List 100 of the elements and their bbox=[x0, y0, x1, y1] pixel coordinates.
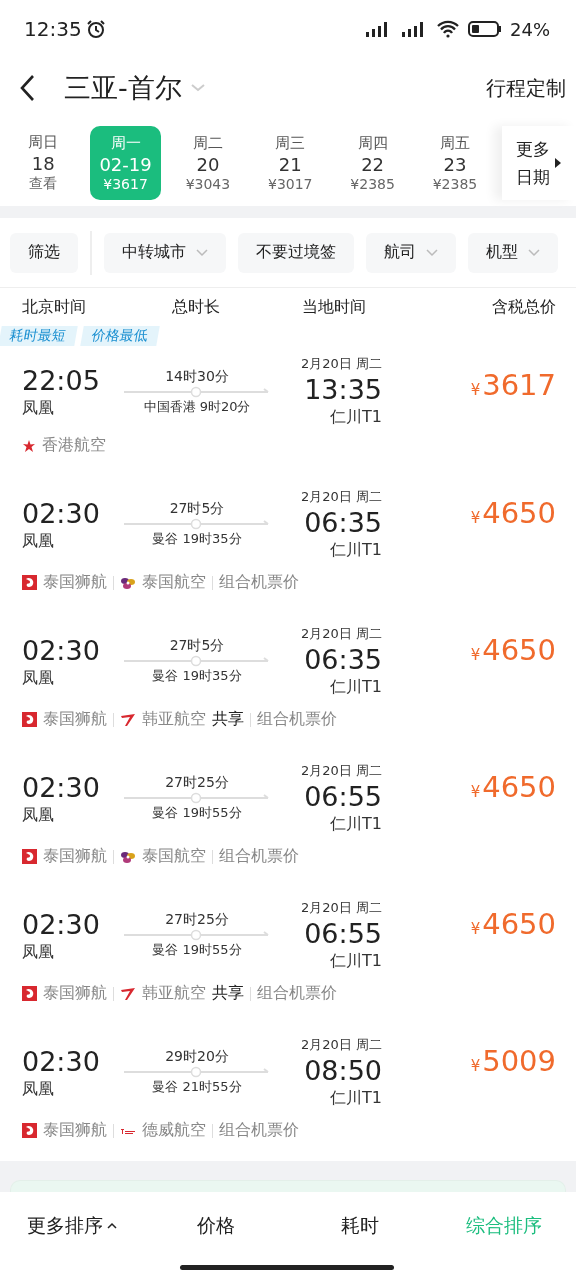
itinerary-link[interactable]: 行程定制 bbox=[486, 74, 566, 102]
swoosh-logo-icon bbox=[120, 712, 136, 727]
filter-chip[interactable]: 航司 bbox=[366, 232, 456, 273]
departure-time: 02:30 bbox=[22, 496, 100, 531]
date-tab[interactable]: 周日 18 查看 bbox=[8, 126, 79, 200]
duration: 14时30分 bbox=[165, 367, 229, 386]
more-dates-button[interactable]: 更多 日期 bbox=[502, 126, 576, 200]
flight-card[interactable]: 02:30 凤凰 27时25分 曼谷 19时55分 2月20日 周二 06:55 仁川T1 ¥4650 泰国狮航 泰国航空 组合机票价 bbox=[0, 750, 576, 887]
arrival-airport: 仁川T1 bbox=[330, 813, 382, 835]
lion-logo-icon bbox=[22, 575, 37, 590]
fare-note: 组合机票价 bbox=[257, 709, 337, 730]
arrival-airport: 仁川T1 bbox=[330, 407, 382, 428]
transfer-info: 中国香港 9时20分 bbox=[143, 397, 251, 416]
arrival-time: 08:50 bbox=[304, 1053, 382, 1088]
orchid-logo-icon bbox=[120, 575, 136, 590]
status-time: 12:35 bbox=[24, 17, 82, 41]
duration: 27时5分 bbox=[169, 637, 225, 655]
arrival-date: 2月20日 周二 bbox=[301, 1035, 382, 1054]
airline-name: 泰国狮航 bbox=[43, 846, 107, 867]
column-header: 当地时间 bbox=[302, 296, 367, 318]
date-tab[interactable]: 周二 20 ¥3043 bbox=[172, 126, 244, 200]
lion-logo-icon bbox=[22, 1123, 37, 1138]
flight-tag: 耗时最短 bbox=[0, 326, 78, 346]
airline-name: 香港航空 bbox=[42, 435, 106, 456]
airline-name: 泰国狮航 bbox=[43, 1120, 107, 1141]
arrival-airport: 仁川T1 bbox=[330, 1087, 382, 1109]
alarm-icon bbox=[85, 19, 106, 39]
arrival-airport: 仁川T1 bbox=[330, 676, 382, 698]
departure-time: 02:30 bbox=[22, 1044, 100, 1079]
arrival-date: 2月20日 周二 bbox=[301, 898, 382, 917]
arrival-date: 2月20日 周二 bbox=[301, 487, 382, 506]
airline-name: 泰国航空 bbox=[142, 846, 206, 867]
airline-name: 韩亚航空 bbox=[142, 983, 206, 1004]
flower-logo-icon bbox=[22, 438, 36, 453]
sort-option[interactable]: 更多排序 bbox=[0, 1207, 144, 1245]
filter-chip[interactable]: 机型 bbox=[468, 232, 558, 273]
duration: 27时25分 bbox=[165, 774, 229, 792]
flight-card[interactable]: 02:30 凤凰 27时25分 曼谷 19时55分 2月20日 周二 06:55 仁川T1 ¥4650 泰国狮航 韩亚航空 共享 组合机票价 bbox=[0, 887, 576, 1024]
price: ¥4650 bbox=[470, 770, 556, 804]
departure-time: 02:30 bbox=[22, 633, 100, 668]
arrival-time: 13:35 bbox=[304, 373, 382, 407]
departure-time: 02:30 bbox=[22, 907, 100, 942]
battery-icon bbox=[468, 20, 502, 38]
price: ¥5009 bbox=[470, 1044, 556, 1078]
airline-name: 泰国航空 bbox=[142, 572, 206, 593]
departure-airport: 凤凰 bbox=[22, 667, 54, 689]
duration: 29时20分 bbox=[165, 1048, 229, 1066]
more-dates-label: 日期 bbox=[516, 166, 551, 189]
departure-airport: 凤凰 bbox=[22, 1078, 54, 1100]
price: ¥4650 bbox=[470, 633, 556, 667]
codeshare-label: 共享 bbox=[212, 983, 244, 1004]
transfer-info: 曼谷 19时55分 bbox=[152, 804, 242, 822]
airline-name: 泰国狮航 bbox=[43, 983, 107, 1004]
arrival-time: 06:55 bbox=[304, 916, 382, 951]
filter-chip[interactable]: 筛选 bbox=[10, 232, 78, 273]
date-tab[interactable]: 周四 22 ¥2385 bbox=[337, 126, 408, 200]
codeshare-label: 共享 bbox=[212, 709, 244, 730]
fare-note: 组合机票价 bbox=[219, 572, 299, 593]
fare-note: 组合机票价 bbox=[219, 846, 299, 867]
flight-card[interactable]: 耗时最短 价格最低 22:05 凤凰 14时30分 中国香港 9时20分 2月20日 周二 13:35 仁川T1 ¥3617 香港航空 bbox=[0, 326, 576, 476]
route-title[interactable]: 三亚-首尔 bbox=[64, 70, 182, 106]
more-dates-label: 更多 bbox=[516, 138, 551, 161]
flight-card[interactable]: 02:30 凤凰 27时5分 曼谷 19时35分 2月20日 周二 06:35 仁川T1 ¥4650 泰国狮航 韩亚航空 共享 组合机票价 bbox=[0, 613, 576, 750]
lion-logo-icon bbox=[22, 712, 37, 727]
arrival-time: 06:55 bbox=[304, 779, 382, 814]
transfer-info: 曼谷 19时55分 bbox=[152, 941, 242, 959]
price: ¥4650 bbox=[470, 907, 556, 941]
arrival-airport: 仁川T1 bbox=[330, 950, 382, 972]
battery-percent: 24% bbox=[510, 18, 550, 40]
filter-chip[interactable]: 不要过境签 bbox=[238, 232, 354, 273]
price: ¥3617 bbox=[470, 368, 556, 402]
filter-chip[interactable]: 中转城市 bbox=[104, 232, 226, 273]
departure-airport: 凤凰 bbox=[22, 804, 54, 826]
column-header: 总时长 bbox=[172, 296, 221, 318]
arrival-time: 06:35 bbox=[304, 505, 382, 540]
departure-airport: 凤凰 bbox=[22, 398, 54, 419]
flight-tag: 价格最低 bbox=[80, 326, 160, 346]
duration: 27时25分 bbox=[165, 911, 229, 929]
flight-card[interactable]: 02:30 凤凰 27时5分 曼谷 19时35分 2月20日 周二 06:35 仁川T1 ¥4650 泰国狮航 泰国航空 组合机票价 bbox=[0, 476, 576, 613]
flight-card[interactable]: 02:30 凤凰 29时20分 曼谷 21时55分 2月20日 周二 08:50 仁川T1 ¥5009 泰国狮航 德威航空 组合机票价 bbox=[0, 1024, 576, 1161]
lion-logo-icon bbox=[22, 986, 37, 1001]
swoosh-logo-icon bbox=[120, 986, 136, 1001]
date-tab[interactable]: 周三 21 ¥3017 bbox=[255, 126, 326, 200]
date-tab[interactable]: 周五 23 ¥2385 bbox=[419, 126, 491, 200]
airline-name: 泰国狮航 bbox=[43, 572, 107, 593]
airline-name: 德威航空 bbox=[142, 1120, 206, 1141]
sort-option[interactable]: 耗时 bbox=[288, 1207, 432, 1245]
arrival-airport: 仁川T1 bbox=[330, 539, 382, 561]
transfer-info: 曼谷 19时35分 bbox=[152, 667, 242, 685]
airline-name: 泰国狮航 bbox=[43, 709, 107, 730]
orchid-logo-icon bbox=[120, 849, 136, 864]
arrival-date: 2月20日 周二 bbox=[301, 355, 382, 373]
duration: 27时5分 bbox=[169, 500, 225, 518]
arrival-time: 06:35 bbox=[304, 642, 382, 677]
transfer-info: 曼谷 21时55分 bbox=[152, 1078, 242, 1096]
fare-note: 组合机票价 bbox=[257, 983, 337, 1004]
departure-time: 22:05 bbox=[22, 364, 100, 398]
price: ¥4650 bbox=[470, 496, 556, 530]
transfer-info: 曼谷 19时35分 bbox=[152, 530, 242, 548]
sort-option[interactable]: 价格 bbox=[144, 1207, 288, 1245]
